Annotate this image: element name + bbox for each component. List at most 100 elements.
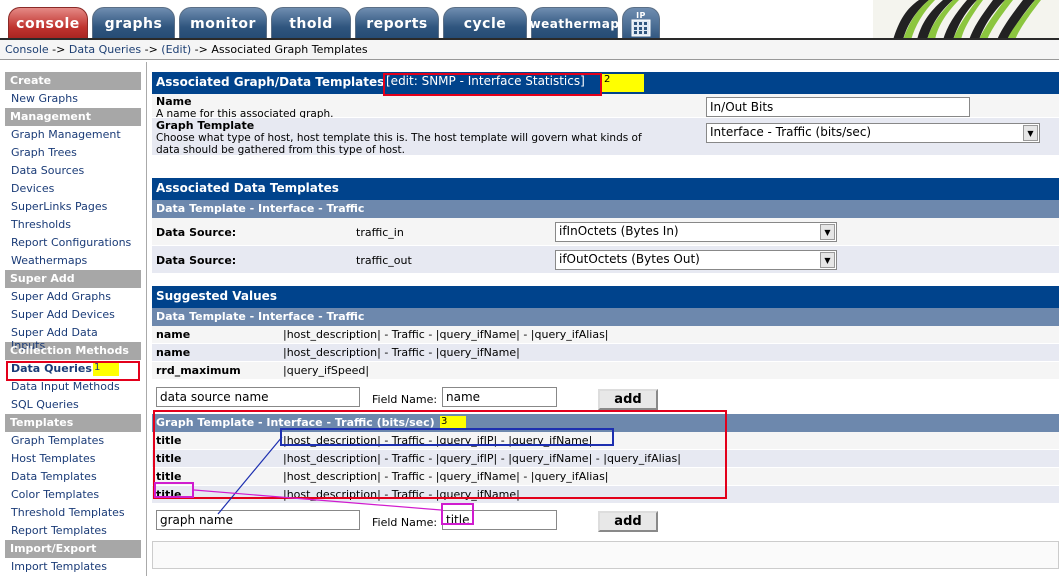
tab-weathermap[interactable]: weathermap (530, 7, 619, 40)
breadcrumb-data-queries[interactable]: Data Queries (69, 43, 141, 56)
sidebar-item-super-add-data-inputs[interactable]: Super Add Data Inputs (5, 324, 141, 352)
tab-cycle[interactable]: cycle (443, 7, 527, 40)
cacti-logo (873, 0, 1059, 40)
tab-reports[interactable]: reports (355, 7, 439, 40)
tab-thold[interactable]: thold (271, 7, 351, 40)
data-source-selected: ifInOctets (Bytes In) (559, 224, 679, 238)
sidebar-item-color-templates[interactable]: Color Templates (5, 486, 141, 504)
annotation-marker-1: 1 (93, 362, 119, 376)
panel-header: Associated Data Templates (152, 178, 1059, 200)
sidebar-item-super-add-graphs[interactable]: Super Add Graphs (5, 288, 141, 306)
field-value: |host_description| - Traffic - |query_if… (283, 346, 520, 359)
field-name: rrd_maximum (156, 364, 241, 377)
sidebar-item-import-templates[interactable]: Import Templates (5, 558, 141, 576)
sidebar-item-data-input-methods[interactable]: Data Input Methods (5, 378, 141, 396)
field-value: |host_description| - Traffic - |query_if… (283, 470, 609, 483)
panel-subheader: Data Template - Interface - Traffic (152, 200, 1059, 218)
edit-template-link[interactable]: [edit: SNMP - Interface Statistics] (386, 74, 585, 88)
add-button[interactable]: add (598, 511, 658, 532)
data-source-name: traffic_in (356, 226, 404, 239)
graph-template-selected: Interface - Traffic (bits/sec) (710, 125, 872, 139)
field-value: |host_description| - Traffic - |query_if… (283, 488, 520, 501)
tab-graphs[interactable]: graphs (92, 7, 175, 40)
data-templates-panel: Associated Data Templates Data Template … (152, 178, 1059, 274)
menu-header-management: Management (5, 108, 141, 126)
breadcrumb: Console -> Data Queries -> (Edit) -> Ass… (0, 40, 1059, 60)
ip-calculator-icon: IP (631, 11, 651, 37)
field-value: |query_ifSpeed| (283, 364, 370, 377)
sidebar-item-new-graphs[interactable]: New Graphs (5, 90, 141, 108)
breadcrumb-current: Associated Graph Templates (211, 43, 368, 56)
add-data-source-value-row: data source name Field Name: name add (152, 380, 1059, 414)
sidebar-item-weathermaps[interactable]: Weathermaps (5, 252, 141, 270)
field-value: |host_description| - Traffic - |query_if… (283, 328, 609, 341)
panel-subheader-graph-template: Graph Template - Interface - Traffic (bi… (152, 414, 1059, 432)
data-source-select-in[interactable]: ifInOctets (Bytes In) ▼ (555, 222, 837, 242)
sidebar-item-host-templates[interactable]: Host Templates (5, 450, 141, 468)
data-source-name-input[interactable]: data source name (156, 387, 360, 407)
sidebar-item-data-templates[interactable]: Data Templates (5, 468, 141, 486)
breadcrumb-edit[interactable]: (Edit) (161, 43, 191, 56)
suggested-value-row[interactable]: name |host_description| - Traffic - |que… (152, 344, 1059, 362)
sidebar-item-threshold-templates[interactable]: Threshold Templates (5, 504, 141, 522)
suggested-value-row[interactable]: title |host_description| - Traffic - |qu… (152, 450, 1059, 468)
empty-panel (152, 541, 1059, 569)
field-name: name (156, 328, 191, 341)
name-input[interactable]: In/Out Bits (706, 97, 970, 117)
sidebar-item-data-queries[interactable]: Data Queries 1 (5, 360, 141, 378)
tab-ip[interactable]: IP (622, 7, 660, 40)
data-source-selected: ifOutOctets (Bytes Out) (559, 252, 700, 266)
suggested-value-row[interactable]: title |host_description| - Traffic - |qu… (152, 432, 1059, 450)
tab-monitor[interactable]: monitor (179, 7, 267, 40)
add-button[interactable]: add (598, 389, 658, 410)
menu-header-import-export: Import/Export (5, 540, 141, 558)
field-name-label: Field Name: (372, 393, 438, 406)
data-source-label: Data Source: (156, 226, 237, 239)
sidebar-item-graph-trees[interactable]: Graph Trees (5, 144, 141, 162)
field-name-input[interactable]: title (442, 510, 557, 530)
panel-title: Associated Graph/Data Templates (156, 75, 385, 89)
menu-header-collection-methods: Collection Methods (5, 342, 141, 360)
sidebar-item-label: Data Queries (11, 362, 92, 375)
graph-data-templates-panel: Associated Graph/Data Templates [edit: S… (152, 72, 1059, 164)
sidebar-item-report-templates[interactable]: Report Templates (5, 522, 141, 540)
menu-header-create: Create (5, 72, 141, 90)
graph-template-row: Graph Template Choose what type of host,… (152, 118, 1059, 156)
suggested-value-row[interactable]: rrd_maximum |query_ifSpeed| (152, 362, 1059, 380)
sidebar-item-super-add-devices[interactable]: Super Add Devices (5, 306, 141, 324)
panel-subheader-data-template: Data Template - Interface - Traffic (152, 308, 1059, 326)
graph-template-select[interactable]: Interface - Traffic (bits/sec) ▼ (706, 123, 1040, 143)
sidebar-item-data-sources[interactable]: Data Sources (5, 162, 141, 180)
sidebar-item-superlinks-pages[interactable]: SuperLinks Pages (5, 198, 141, 216)
sidebar-item-thresholds[interactable]: Thresholds (5, 216, 141, 234)
field-value: |host_description| - Traffic - |query_if… (283, 452, 681, 465)
tab-console[interactable]: console (8, 7, 88, 40)
data-source-row-in: Data Source: traffic_in ifInOctets (Byte… (152, 218, 1059, 246)
sidebar-menu: Create New Graphs Management Graph Manag… (5, 72, 141, 576)
sidebar-item-graph-templates[interactable]: Graph Templates (5, 432, 141, 450)
breadcrumb-separator: -> (48, 43, 69, 56)
data-source-select-out[interactable]: ifOutOctets (Bytes Out) ▼ (555, 250, 837, 270)
field-name-input[interactable]: name (442, 387, 557, 407)
annotation-marker-3: 3 (440, 416, 466, 430)
suggested-value-row[interactable]: title |host_description| - Traffic - |qu… (152, 486, 1059, 504)
graph-name-input[interactable]: graph name (156, 510, 360, 530)
breadcrumb-console[interactable]: Console (5, 43, 49, 56)
name-row: Name A name for this associated graph. I… (152, 94, 1059, 120)
top-navigation-bar: console graphs monitor thold reports cyc… (0, 0, 1059, 40)
sidebar-item-sql-queries[interactable]: SQL Queries (5, 396, 141, 414)
suggested-value-row[interactable]: title |host_description| - Traffic - |qu… (152, 468, 1059, 486)
chevron-down-icon: ▼ (1023, 125, 1038, 141)
breadcrumb-separator: -> (191, 43, 212, 56)
sidebar-item-report-configurations[interactable]: Report Configurations (5, 234, 141, 252)
panel-header: Suggested Values (152, 286, 1059, 308)
field-value: |host_description| - Traffic - |query_if… (283, 434, 593, 447)
tab-strip: console graphs monitor thold reports cyc… (8, 7, 660, 40)
sidebar-item-devices[interactable]: Devices (5, 180, 141, 198)
data-source-row-out: Data Source: traffic_out ifOutOctets (By… (152, 246, 1059, 274)
menu-header-super-add: Super Add (5, 270, 141, 288)
data-source-label: Data Source: (156, 254, 237, 267)
breadcrumb-separator: -> (141, 43, 162, 56)
sidebar-item-graph-management[interactable]: Graph Management (5, 126, 141, 144)
suggested-value-row[interactable]: name |host_description| - Traffic - |que… (152, 326, 1059, 344)
